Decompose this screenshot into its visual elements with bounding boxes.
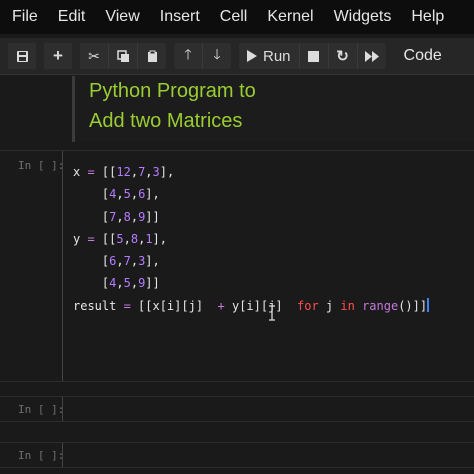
menu-help[interactable]: Help	[411, 8, 444, 26]
menu-insert[interactable]: Insert	[160, 8, 200, 26]
paste-icon	[147, 50, 157, 62]
toolbar-group-save	[8, 43, 36, 69]
menu-edit[interactable]: Edit	[58, 8, 86, 26]
code-editor[interactable]	[62, 443, 474, 467]
run-button[interactable]: Run	[239, 43, 300, 69]
markdown-heading-line-1: Python Program to	[89, 80, 256, 102]
code-line-2: [4,5,6],	[73, 187, 160, 202]
copy-button[interactable]	[109, 43, 138, 69]
code-cell[interactable]: In [ ]: x = [[12,7,3], [4,5,6], [7,8,9]]…	[0, 150, 474, 382]
play-icon	[247, 50, 257, 62]
text-cursor	[427, 297, 430, 312]
empty-code-cell[interactable]: In [ ]:	[0, 442, 474, 468]
copy-icon	[116, 49, 129, 62]
code-line-3: [7,8,9]]	[73, 209, 160, 224]
save-button[interactable]	[8, 43, 36, 69]
menu-kernel[interactable]: Kernel	[267, 8, 313, 26]
empty-code-cell[interactable]: In [ ]:	[0, 396, 474, 422]
markdown-heading-line-2: Add two Matrices	[89, 110, 243, 132]
markdown-cell[interactable]: Python Program to Add two Matrices	[72, 76, 474, 142]
code-line-7: result = [[x[i][j] + y[i][j] for j in ra…	[73, 298, 428, 313]
run-label: Run	[263, 47, 291, 65]
restart-button[interactable]: ↻	[329, 43, 358, 69]
arrow-down-icon: 🡓	[213, 46, 221, 62]
restart-icon: ↻	[336, 48, 349, 65]
code-text: x = [[12,7,3], [4,5,6], [7,8,9]] y = [[5…	[73, 161, 430, 317]
save-icon	[16, 50, 28, 62]
interrupt-button[interactable]	[300, 43, 329, 69]
input-prompt: In [ ]:	[18, 403, 65, 416]
menu-cell[interactable]: Cell	[220, 8, 248, 26]
code-line-5: [6,7,3],	[73, 254, 160, 269]
menu-bar: File Edit View Insert Cell Kernel Widget…	[0, 0, 474, 34]
code-editor[interactable]	[62, 397, 474, 421]
toolbar-group-insert: +	[44, 43, 72, 69]
insert-cell-button[interactable]: +	[44, 43, 72, 69]
input-prompt: In [ ]:	[18, 449, 65, 462]
code-editor[interactable]: x = [[12,7,3], [4,5,6], [7,8,9]] y = [[5…	[62, 151, 474, 381]
code-line-6: [4,5,9]]	[73, 276, 160, 291]
plus-icon: +	[53, 46, 63, 65]
stop-icon	[308, 50, 320, 62]
restart-run-all-button[interactable]	[358, 43, 386, 69]
ibeam-cursor-icon	[269, 305, 275, 321]
cut-button[interactable]: ✂	[80, 43, 109, 69]
input-prompt: In [ ]:	[18, 159, 65, 172]
toolbar-group-move: 🡑 🡓	[174, 43, 231, 69]
toolbar-group-run: Run ↻	[239, 43, 386, 69]
notebook-toolbar: + ✂ 🡑 🡓 Run ↻ Code	[0, 38, 474, 75]
cell-type-select[interactable]: Code	[404, 47, 442, 65]
fast-forward-icon	[364, 50, 379, 62]
code-line-4: y = [[5,8,1],	[73, 231, 167, 246]
paste-button[interactable]	[138, 43, 166, 69]
code-line-1: x = [[12,7,3],	[73, 165, 175, 179]
arrow-up-icon: 🡑	[184, 46, 192, 62]
menu-view[interactable]: View	[105, 8, 139, 26]
toolbar-group-edit: ✂	[80, 43, 166, 69]
move-down-button[interactable]: 🡓	[203, 43, 231, 69]
scissors-icon: ✂	[88, 47, 100, 64]
move-up-button[interactable]: 🡑	[174, 43, 203, 69]
menu-widgets[interactable]: Widgets	[334, 8, 392, 26]
menu-file[interactable]: File	[12, 8, 38, 26]
